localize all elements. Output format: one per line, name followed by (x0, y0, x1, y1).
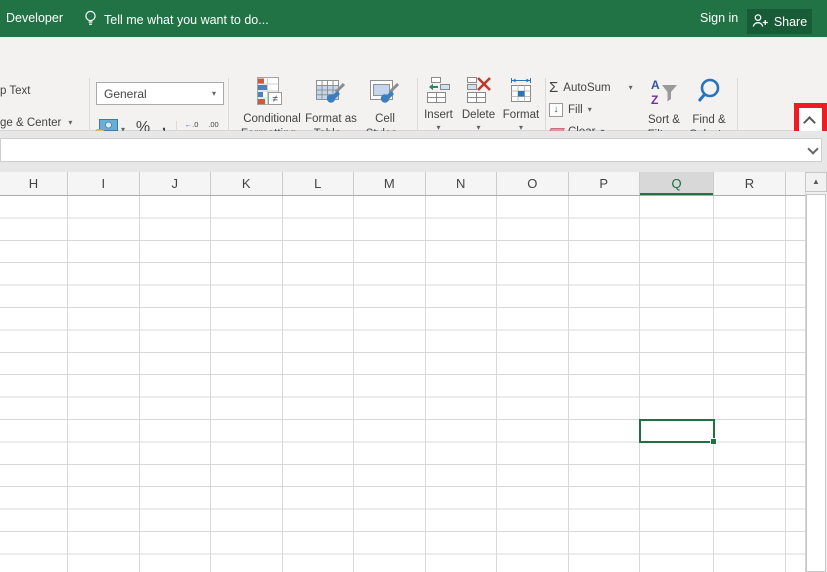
column-header-l[interactable]: L (283, 172, 355, 195)
magnifier-icon (696, 77, 722, 109)
tell-me-label: Tell me what you want to do... (104, 13, 269, 27)
grid-column (283, 196, 355, 572)
grid-column (786, 196, 805, 572)
column-header-o[interactable]: O (497, 172, 569, 195)
format-label: Format (503, 109, 539, 121)
sort-a-letter: A (651, 78, 660, 92)
fill-down-icon: ↓ (549, 103, 563, 117)
tab-developer[interactable]: Developer (6, 11, 63, 25)
share-person-icon (752, 13, 769, 31)
fill-handle[interactable] (710, 438, 717, 445)
grid-column (354, 196, 426, 572)
increase-decimal-top: .0 (192, 120, 198, 129)
lightbulb-icon (84, 10, 97, 30)
share-label: Share (774, 15, 807, 29)
arrow-left-icon: ← (185, 120, 193, 129)
excel-window: Developer Tell me what you want to do...… (0, 0, 827, 572)
number-format-dropdown[interactable]: General ▾ (96, 82, 224, 105)
grid-column (0, 196, 68, 572)
grid-column (211, 196, 283, 572)
autosum-label: AutoSum (563, 82, 610, 94)
column-header-p[interactable]: P (569, 172, 641, 195)
insert-cells-icon (427, 77, 451, 106)
grid-column (497, 196, 569, 572)
triangle-up-icon: ▲ (812, 177, 820, 186)
delete-cells-button[interactable]: Delete ▾ (460, 77, 497, 132)
number-format-value: General (104, 87, 147, 101)
formula-bar-input[interactable] (0, 138, 822, 162)
scrollbar-thumb[interactable] (806, 194, 826, 572)
chevron-down-icon: ▾ (588, 106, 592, 114)
grid-column (714, 196, 786, 572)
grid-column (426, 196, 498, 572)
column-header-i[interactable]: I (68, 172, 140, 195)
grid-column (68, 196, 140, 572)
chevron-down-icon: ▾ (629, 84, 633, 92)
share-button[interactable]: Share (747, 9, 812, 34)
conditional-formatting-label-1: Conditional (241, 112, 303, 127)
conditional-formatting-icon: ≠ (257, 77, 287, 109)
column-header-m[interactable]: M (354, 172, 426, 195)
format-as-table-icon (316, 77, 346, 109)
column-header-j[interactable]: J (140, 172, 212, 195)
chevron-down-icon: ▾ (212, 90, 216, 98)
sheet-grid[interactable] (0, 196, 805, 572)
format-cells-button[interactable]: Format ▾ (500, 77, 542, 132)
column-header-partial[interactable] (786, 172, 805, 195)
column-headers: H I J K L M N O P Q R (0, 172, 805, 196)
format-as-table-label-1: Format as (305, 112, 357, 127)
not-equal-icon: ≠ (272, 94, 278, 105)
formula-bar-area (0, 131, 827, 172)
format-cells-icon (508, 77, 534, 106)
tell-me-box[interactable]: Tell me what you want to do... (84, 10, 269, 30)
cell-styles-icon (370, 77, 400, 109)
fill-label: Fill (568, 104, 583, 116)
fill-button[interactable]: ↓ Fill ▾ (549, 103, 592, 117)
sort-filter-icon: A Z (649, 77, 679, 109)
grid-column (140, 196, 212, 572)
insert-cells-button[interactable]: Insert ▾ (420, 77, 457, 132)
wrap-text-button[interactable]: p Text (0, 85, 30, 97)
scroll-up-button[interactable]: ▲ (805, 172, 827, 192)
sign-in-link[interactable]: Sign in (700, 11, 738, 25)
column-header-n[interactable]: N (426, 172, 498, 195)
sort-z-letter: Z (651, 93, 658, 107)
grid-column (569, 196, 641, 572)
chevron-down-icon: ▾ (68, 119, 72, 127)
column-header-h[interactable]: H (0, 172, 68, 195)
column-header-r[interactable]: R (714, 172, 786, 195)
sigma-icon: Σ (549, 81, 558, 95)
delete-label: Delete (462, 109, 495, 121)
column-header-q-selected[interactable]: Q (640, 172, 714, 195)
sort-filter-label-1: Sort & (648, 113, 681, 128)
selected-cell[interactable] (639, 419, 715, 443)
ribbon-tab-bar: Developer Tell me what you want to do...… (0, 0, 827, 37)
decrease-decimal-top: .00 (203, 120, 224, 129)
merge-center-button[interactable]: ge & Center ▾ (0, 117, 72, 129)
ribbon: p Text ge & Center ▾ General ▾ ▾ % , ←.0… (0, 37, 827, 131)
column-header-k[interactable]: K (211, 172, 283, 195)
merge-center-label: ge & Center (0, 117, 61, 129)
autosum-button[interactable]: Σ AutoSum ▾ (549, 81, 633, 95)
insert-label: Insert (424, 109, 453, 121)
find-select-label-1: Find & (689, 113, 728, 128)
grid-column (640, 196, 714, 572)
delete-cells-icon (467, 77, 491, 106)
cell-styles-label-1: Cell (366, 112, 405, 127)
